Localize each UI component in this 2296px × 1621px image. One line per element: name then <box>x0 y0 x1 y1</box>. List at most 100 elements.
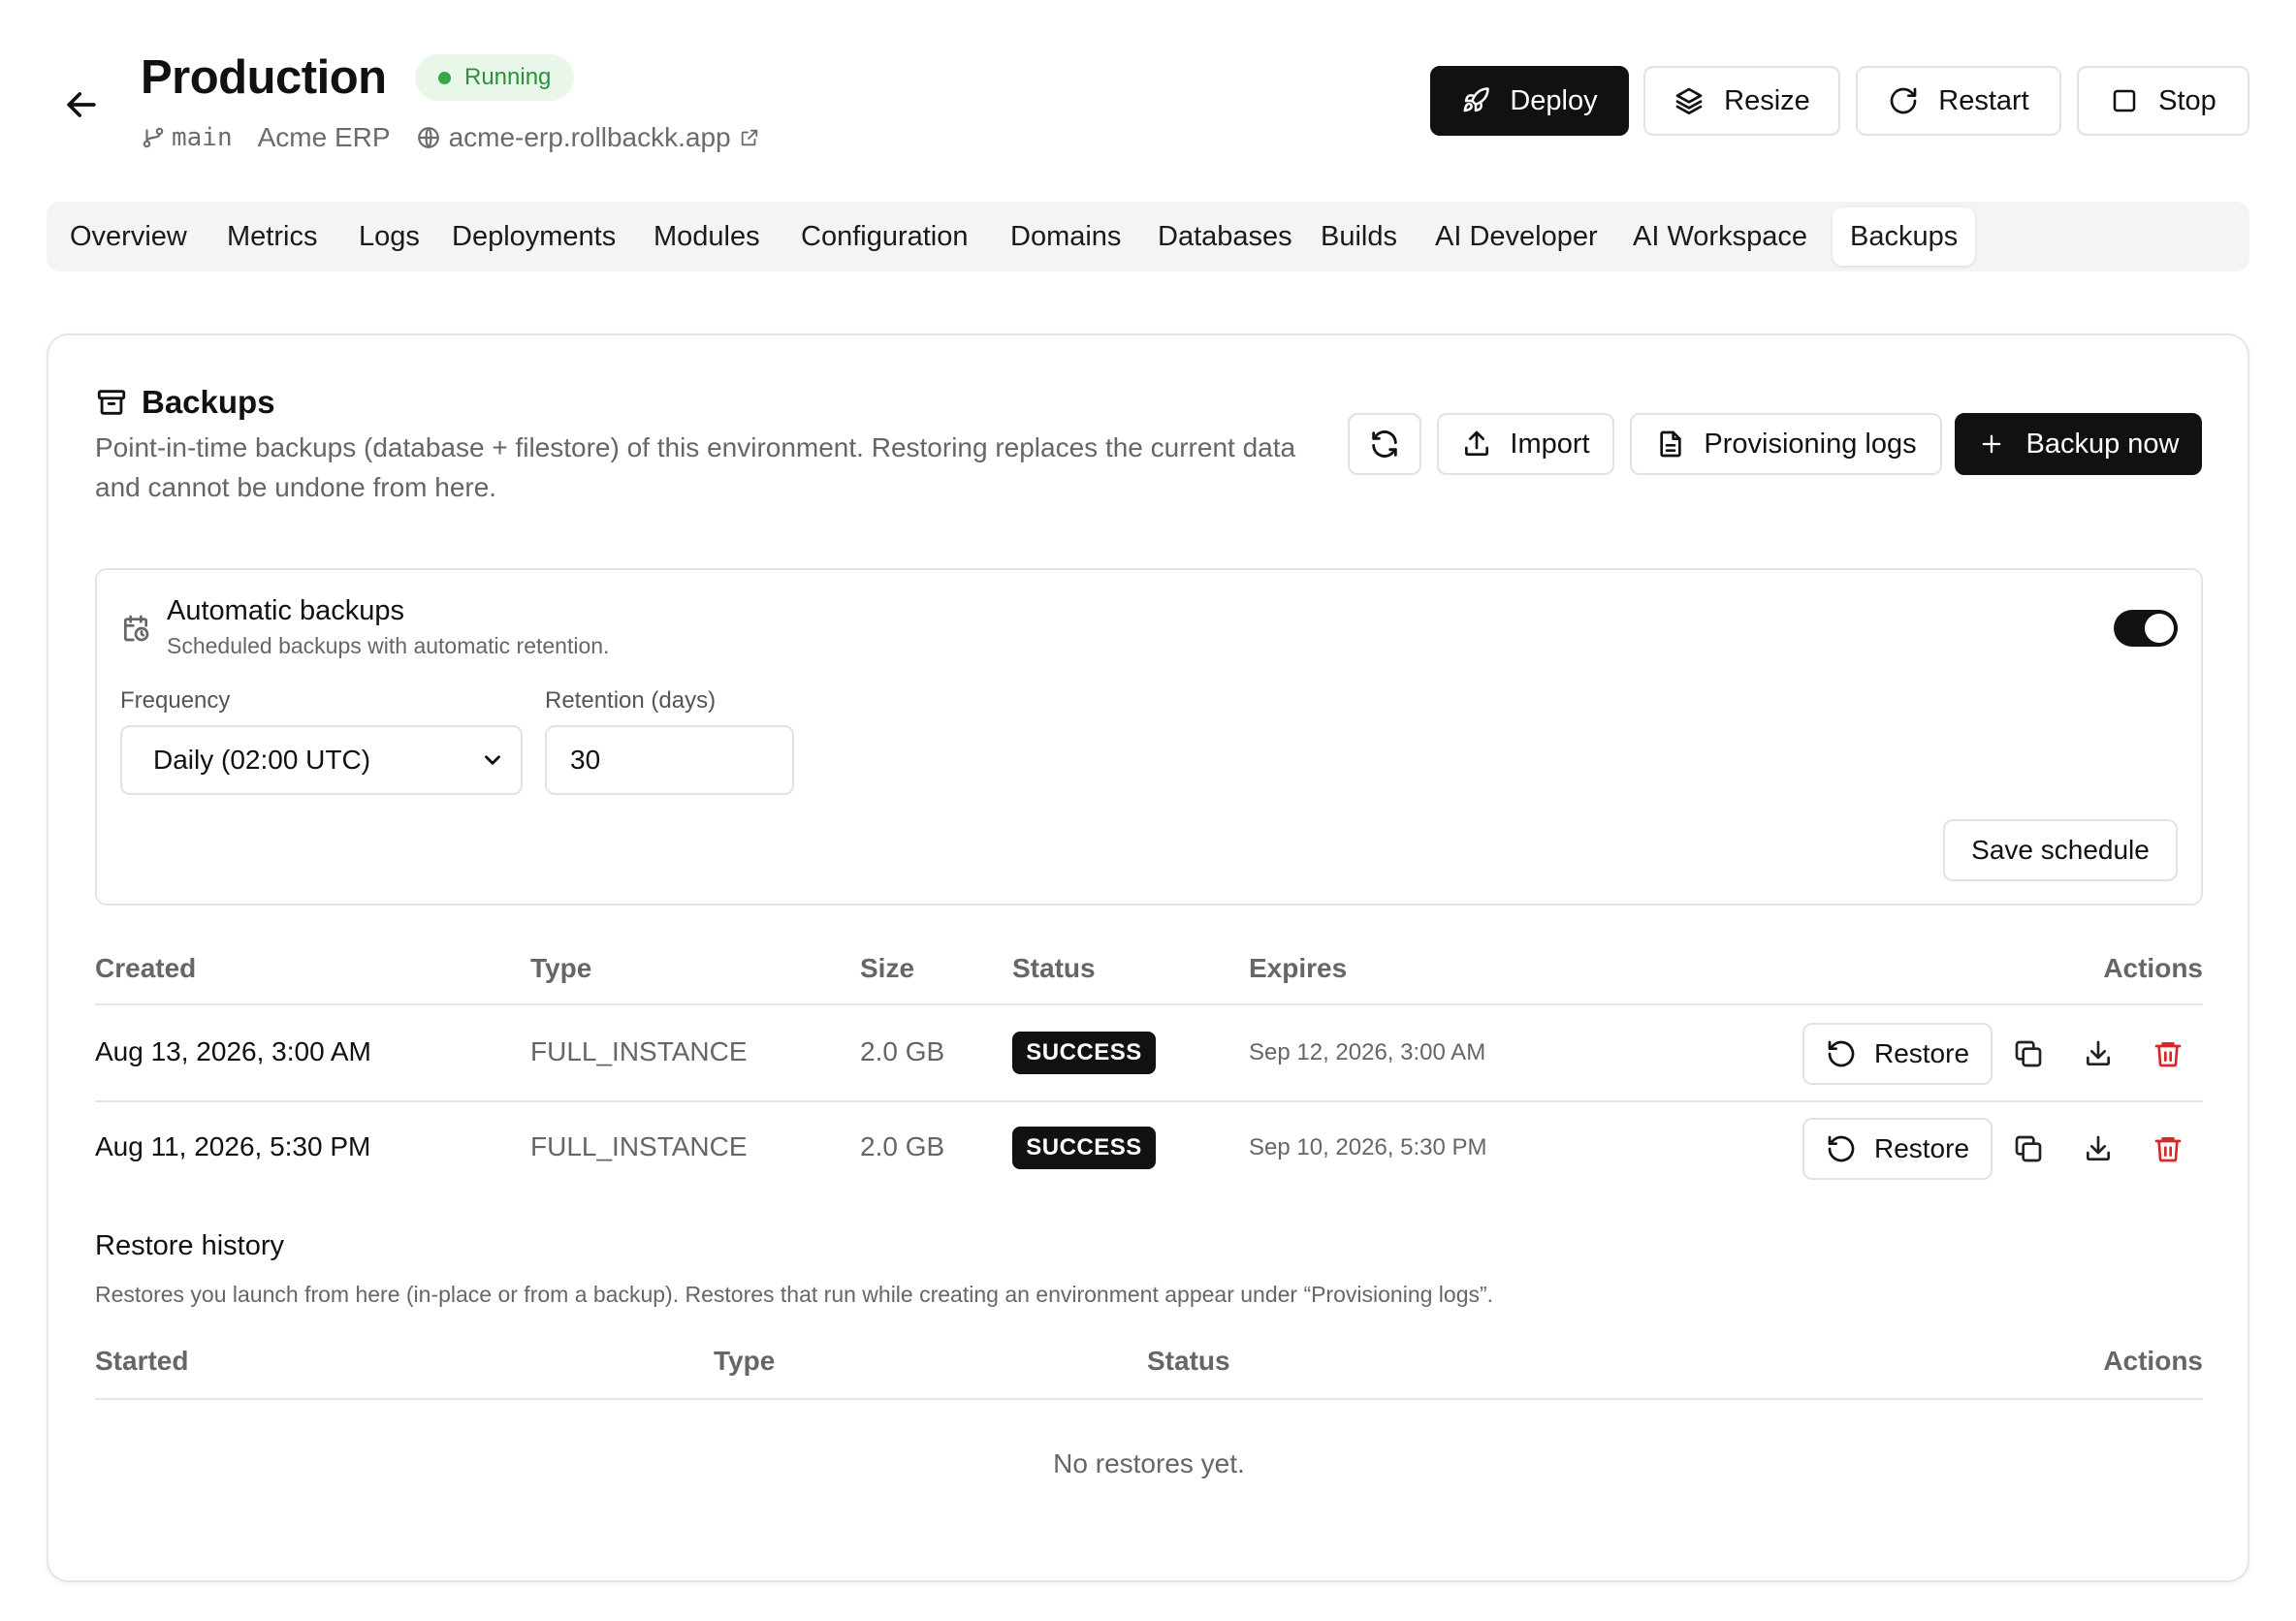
resize-button[interactable]: Resize <box>1643 66 1840 136</box>
column-header-started: Started <box>95 1346 189 1376</box>
project-name: Acme ERP <box>257 122 391 152</box>
column-header-status: Status <box>1012 953 1096 983</box>
upload-icon <box>1465 430 1489 456</box>
restore-label: Restore <box>1873 1133 1970 1163</box>
column-header-type: Type <box>530 953 592 983</box>
backup-expires: Sep 10, 2026, 5:30 PM <box>1249 1134 1487 1160</box>
save-schedule-label: Save schedule <box>1971 835 2150 865</box>
backup-type: FULL_INSTANCE <box>530 1131 748 1161</box>
restore-history-description: Restores you launch from here (in-place … <box>95 1282 1494 1307</box>
column-header-actions: Actions <box>2103 1346 2203 1376</box>
restart-button[interactable]: Restart <box>1856 66 2061 136</box>
column-header-type: Type <box>714 1346 776 1376</box>
status-badge: SUCCESS <box>1012 1127 1156 1169</box>
provisioning-logs-button[interactable]: Provisioning logs <box>1630 413 1942 475</box>
plus-icon <box>1982 434 2000 454</box>
status-label: Running <box>464 64 552 90</box>
retention-input[interactable]: 30 <box>545 725 794 795</box>
table-divider <box>95 1398 2203 1400</box>
tab-backups[interactable]: Backups <box>1833 207 1976 266</box>
tab-ai-workspace[interactable]: AI Workspace <box>1633 207 1807 266</box>
file-text-icon <box>1660 430 1682 458</box>
section-description: Point-in-time backups (database + filest… <box>95 432 1296 502</box>
copy-icon <box>2015 1135 2042 1162</box>
backup-expires: Sep 12, 2026, 3:00 AM <box>1249 1039 1486 1065</box>
tab-builds[interactable]: Builds <box>1321 207 1397 266</box>
backup-now-button[interactable]: Backup now <box>1955 413 2202 475</box>
column-header-created: Created <box>95 953 197 983</box>
restore-history-title: Restore history <box>95 1230 285 1261</box>
archive-icon <box>97 390 126 415</box>
deploy-button[interactable]: Deploy <box>1430 66 1629 136</box>
toggle-knob <box>2145 614 2174 643</box>
page-title: Production <box>141 51 387 104</box>
resize-label: Resize <box>1724 84 1810 116</box>
tab-bar: Overview Metrics Logs Deployments Module… <box>47 202 2249 271</box>
automatic-backups-toggle[interactable] <box>2114 610 2178 647</box>
download-button[interactable] <box>2077 1033 2120 1075</box>
stop-button[interactable]: Stop <box>2077 66 2249 136</box>
status-dot-icon <box>438 71 451 84</box>
backup-created: Aug 11, 2026, 5:30 PM <box>95 1131 371 1161</box>
calendar-clock-icon <box>120 613 151 644</box>
copy-button[interactable] <box>2007 1033 2050 1075</box>
copy-icon <box>2015 1040 2042 1067</box>
frequency-value: Daily (02:00 UTC) <box>153 745 371 775</box>
import-label: Import <box>1510 428 1590 460</box>
backup-size: 2.0 GB <box>860 1131 945 1161</box>
restore-button[interactable]: Restore <box>1802 1023 1993 1085</box>
back-button[interactable] <box>60 83 103 126</box>
provisioning-logs-label: Provisioning logs <box>1704 428 1917 460</box>
rotate-ccw-icon <box>1828 1135 1855 1162</box>
status-badge: SUCCESS <box>1012 1032 1156 1074</box>
rocket-icon <box>1463 87 1490 112</box>
tab-modules[interactable]: Modules <box>654 207 760 266</box>
backups-card <box>47 334 2249 1582</box>
section-title: Backups <box>95 384 275 421</box>
column-header-actions: Actions <box>2103 953 2203 983</box>
tab-metrics[interactable]: Metrics <box>227 207 317 266</box>
backup-type: FULL_INSTANCE <box>530 1036 748 1066</box>
tab-overview[interactable]: Overview <box>70 207 187 266</box>
tab-domains[interactable]: Domains <box>1010 207 1121 266</box>
automatic-backups-subtitle: Scheduled backups with automatic retenti… <box>167 633 610 658</box>
trash-icon <box>2154 1042 2182 1067</box>
import-button[interactable]: Import <box>1437 413 1614 475</box>
copy-button[interactable] <box>2007 1128 2050 1170</box>
tab-deployments[interactable]: Deployments <box>452 207 616 266</box>
backup-created: Aug 13, 2026, 3:00 AM <box>95 1036 371 1066</box>
square-icon <box>2113 89 2136 112</box>
tab-ai-developer[interactable]: AI Developer <box>1435 207 1598 266</box>
git-branch-icon <box>143 127 164 148</box>
rotate-ccw-icon <box>1828 1040 1855 1067</box>
backup-size: 2.0 GB <box>860 1036 945 1066</box>
tab-databases[interactable]: Databases <box>1158 207 1292 266</box>
stop-label: Stop <box>2158 84 2216 116</box>
branch-info: main <box>141 123 233 152</box>
save-schedule-button[interactable]: Save schedule <box>1943 819 2178 881</box>
delete-button[interactable] <box>2147 1128 2189 1170</box>
download-button[interactable] <box>2077 1128 2120 1170</box>
delete-button[interactable] <box>2147 1033 2189 1075</box>
frequency-select[interactable]: Daily (02:00 UTC) <box>120 725 523 795</box>
tab-configuration[interactable]: Configuration <box>801 207 969 266</box>
column-header-size: Size <box>860 953 915 983</box>
restore-label: Restore <box>1873 1038 1970 1068</box>
trash-icon <box>2154 1137 2182 1162</box>
tab-logs[interactable]: Logs <box>359 207 420 266</box>
column-header-status: Status <box>1147 1346 1230 1376</box>
table-divider <box>95 1003 2203 1005</box>
globe-icon <box>417 127 439 148</box>
layers-icon <box>1675 87 1703 114</box>
restore-button[interactable]: Restore <box>1802 1118 1993 1180</box>
refresh-button[interactable] <box>1348 413 1421 475</box>
retention-label: Retention (days) <box>545 687 717 714</box>
frequency-label: Frequency <box>120 687 231 714</box>
empty-state-message: No restores yet. <box>1053 1448 1245 1478</box>
section-title-text: Backups <box>142 384 275 420</box>
rotate-cw-icon <box>1890 87 1917 114</box>
chevron-down-icon <box>485 755 500 765</box>
domain-link[interactable]: acme-erp.rollbackk.app <box>416 122 760 153</box>
automatic-backups-title: Automatic backups <box>167 595 405 626</box>
environment-meta: main Acme ERP acme-erp.rollbackk.app <box>141 118 760 157</box>
